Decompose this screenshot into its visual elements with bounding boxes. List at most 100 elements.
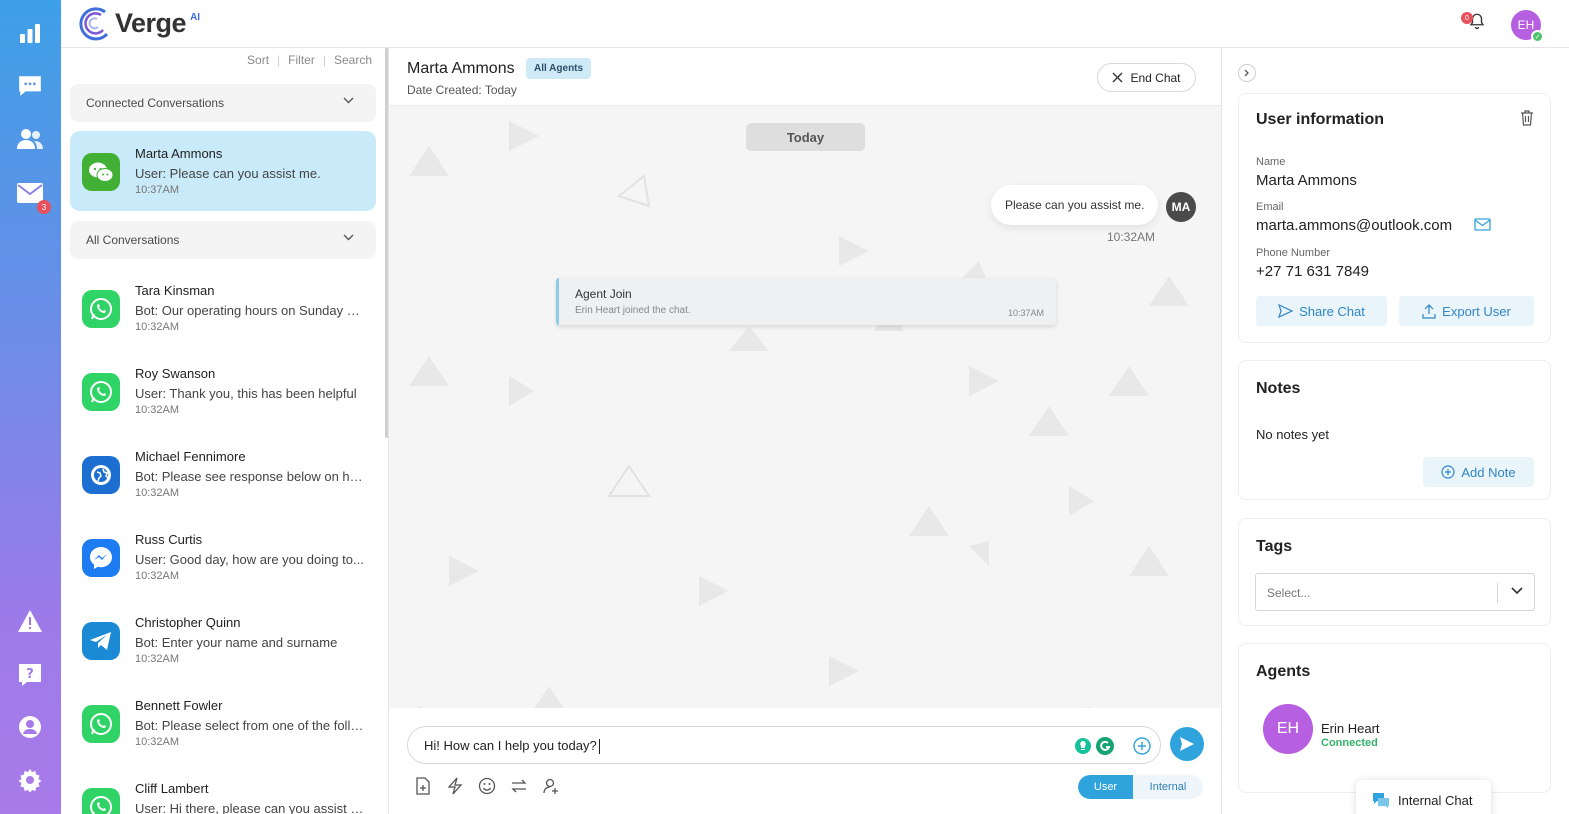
- help-icon[interactable]: ?: [15, 660, 45, 690]
- chevron-right-icon: [1244, 69, 1249, 77]
- quick-reply-icon[interactable]: [445, 776, 465, 796]
- delete-icon[interactable]: [1520, 110, 1534, 126]
- divider: |: [322, 53, 326, 67]
- agent-status: Connected: [1321, 737, 1378, 749]
- date-created: Date Created: Today: [407, 83, 517, 97]
- top-bar: Verge AI 0 EH ✓: [61, 0, 1569, 48]
- svg-text:?: ?: [26, 667, 34, 682]
- notes-empty-text: No notes yet: [1256, 427, 1329, 442]
- card-title: Tags: [1256, 538, 1293, 555]
- transfer-icon[interactable]: [509, 776, 529, 796]
- conversation-preview: User: Hi there, please can you assist me: [135, 801, 365, 814]
- conversation-list-panel: Sort | Filter | Search Connected Convers…: [61, 48, 389, 814]
- conversation-preview: Bot: Our operating hours on Sunday ar...: [135, 303, 365, 318]
- add-note-button[interactable]: Add Note: [1423, 457, 1534, 487]
- user-message-bubble: Please can you assist me.: [991, 185, 1159, 225]
- conversation-item[interactable]: Bennett Fowler Bot: Please select from o…: [70, 683, 376, 763]
- email-label: Email: [1256, 201, 1284, 213]
- message-composer: Hi! How can I help you today? User Inter…: [389, 708, 1221, 814]
- emoji-icon[interactable]: [477, 776, 497, 796]
- end-chat-label: End Chat: [1130, 70, 1181, 85]
- conversation-item[interactable]: Russ Curtis User: Good day, how are you …: [70, 517, 376, 597]
- card-title: User information: [1256, 111, 1385, 128]
- analytics-icon[interactable]: [15, 18, 45, 48]
- user-initials: EH: [1517, 18, 1535, 32]
- internal-chat-button[interactable]: Internal Chat: [1356, 780, 1491, 814]
- agent-join-notice: Agent Join Erin Heart joined the chat. 1…: [556, 278, 1056, 325]
- card-title: Agents: [1256, 663, 1311, 680]
- conversation-preview: Bot: Please see response below on ho...: [135, 469, 365, 484]
- details-panel: User information Name Marta Ammons Email…: [1221, 48, 1569, 814]
- conversation-item[interactable]: Michael Fennimore Bot: Please see respon…: [70, 434, 376, 514]
- add-circle-icon[interactable]: [1133, 737, 1151, 755]
- whatsapp-icon: [82, 373, 120, 411]
- attach-file-icon[interactable]: [413, 776, 433, 796]
- tags-select[interactable]: Select...: [1255, 573, 1535, 611]
- conversation-preview: User: Thank you, this has been helpful: [135, 386, 357, 401]
- chat-bubbles-icon: [1373, 793, 1389, 808]
- name-label: Name: [1256, 156, 1286, 168]
- conversation-preview: User: Good day, how are you doing to...: [135, 552, 364, 567]
- send-icon: [1180, 737, 1194, 751]
- chat-panel: Marta Ammons All Agents Date Created: To…: [389, 48, 1221, 814]
- search-button[interactable]: Search: [334, 53, 372, 67]
- brand-logo[interactable]: Verge AI: [77, 5, 200, 41]
- message-input[interactable]: Hi! How can I help you today?: [407, 726, 1161, 764]
- globe-icon: [82, 456, 120, 494]
- day-divider: Today: [746, 123, 865, 151]
- conversation-time: 10:32AM: [135, 653, 180, 665]
- bulb-icon[interactable]: [1074, 737, 1092, 755]
- conversation-time: 10:32AM: [135, 570, 180, 582]
- upload-icon: [1422, 303, 1436, 319]
- conversation-item[interactable]: Roy Swanson User: Thank you, this has be…: [70, 351, 376, 431]
- chevron-down-icon: [343, 97, 354, 104]
- mail-icon[interactable]: 3: [15, 178, 51, 214]
- alert-icon[interactable]: [15, 606, 45, 636]
- tags-placeholder: Select...: [1267, 586, 1311, 600]
- conversation-item-marta-ammons[interactable]: Marta Ammons User: Please can you assist…: [70, 131, 376, 211]
- mode-user-button[interactable]: User: [1078, 775, 1133, 799]
- conversation-name: Bennett Fowler: [135, 698, 223, 713]
- end-chat-button[interactable]: End Chat: [1097, 63, 1196, 92]
- conversation-preview: Bot: Please select from one of the follo…: [135, 718, 365, 733]
- agent-join-title: Agent Join: [575, 287, 632, 301]
- whatsapp-icon: [82, 705, 120, 743]
- share-chat-button[interactable]: Share Chat: [1256, 296, 1387, 326]
- list-tools: Sort | Filter | Search: [247, 53, 372, 67]
- chat-contact-name: Marta Ammons: [407, 60, 515, 77]
- collapse-panel-button[interactable]: [1238, 64, 1256, 82]
- left-rail: 3 ?: [0, 0, 61, 814]
- send-button[interactable]: [1170, 727, 1204, 761]
- contact-avatar: MA: [1166, 192, 1196, 222]
- user-avatar[interactable]: EH ✓: [1511, 10, 1544, 43]
- filter-button[interactable]: Filter: [288, 53, 315, 67]
- export-user-button[interactable]: Export User: [1399, 296, 1534, 326]
- grammar-icon[interactable]: [1095, 736, 1115, 756]
- conversation-time: 10:32AM: [135, 321, 180, 333]
- agents-card: Agents EH Erin Heart Connected: [1238, 643, 1551, 793]
- text-caret: [598, 739, 600, 755]
- users-icon[interactable]: [15, 124, 45, 154]
- message-input-value[interactable]: Hi! How can I help you today?: [424, 738, 600, 755]
- mail-icon[interactable]: [1474, 218, 1491, 231]
- agents-tag[interactable]: All Agents: [526, 58, 592, 79]
- conversation-name: Tara Kinsman: [135, 283, 215, 298]
- sort-button[interactable]: Sort: [247, 53, 269, 67]
- connected-conversations-header[interactable]: Connected Conversations: [70, 84, 376, 122]
- conversation-name: Russ Curtis: [135, 532, 203, 547]
- conversation-item[interactable]: Tara Kinsman Bot: Our operating hours on…: [70, 268, 376, 348]
- settings-icon[interactable]: [15, 765, 45, 795]
- mode-internal-button[interactable]: Internal: [1133, 775, 1203, 799]
- input-text: Hi! How can I help you today?: [424, 738, 597, 753]
- conversation-name: Cliff Lambert: [135, 781, 209, 796]
- all-conversations-header[interactable]: All Conversations: [70, 221, 376, 259]
- profile-icon[interactable]: [15, 712, 45, 742]
- chat-icon[interactable]: [15, 71, 45, 101]
- conversation-item[interactable]: Cliff Lambert User: Hi there, please can…: [70, 766, 376, 814]
- brand-suffix: AI: [190, 11, 201, 23]
- composer-tools: [413, 776, 561, 796]
- conversation-item[interactable]: Christopher Quinn Bot: Enter your name a…: [70, 600, 376, 680]
- conversation-name: Roy Swanson: [135, 366, 216, 381]
- add-agent-icon[interactable]: [541, 776, 561, 796]
- email-value[interactable]: marta.ammons@outlook.com: [1256, 217, 1452, 234]
